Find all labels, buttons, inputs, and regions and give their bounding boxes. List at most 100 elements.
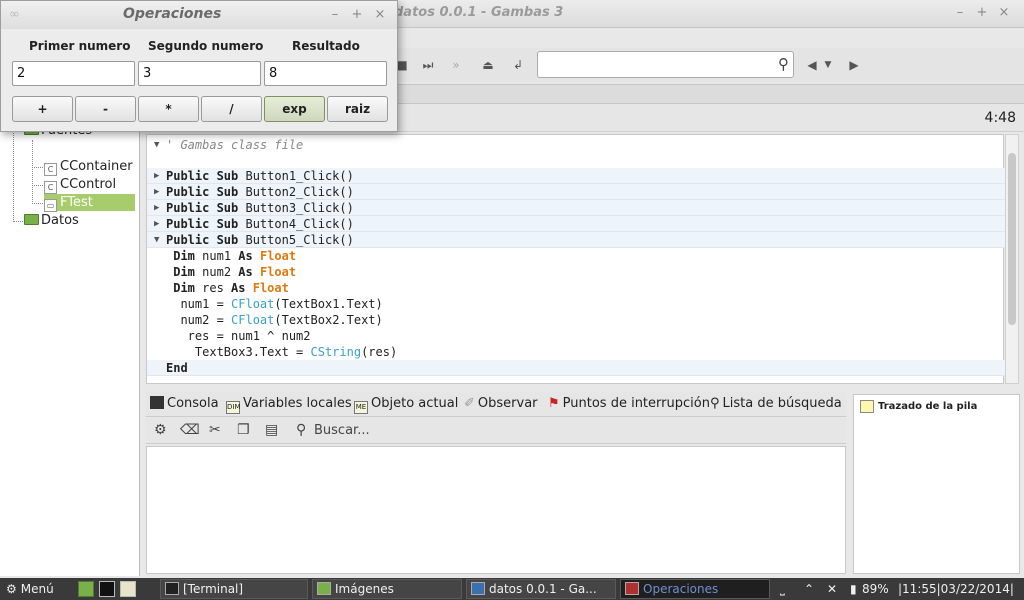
tab-label: Variables locales	[243, 396, 352, 411]
minimize-icon[interactable]: –	[951, 4, 969, 22]
app-icon	[625, 582, 639, 595]
tab-variables-locales[interactable]: DIM Variables locales	[226, 396, 352, 414]
eject-icon[interactable]: ⏏	[478, 56, 498, 74]
task-terminal[interactable]: [Terminal]	[160, 579, 308, 599]
paste-icon[interactable]: ▤	[265, 422, 278, 438]
search-icon[interactable]: ⚲	[778, 55, 789, 73]
terminal-launcher-icon[interactable]	[99, 581, 115, 597]
copy-icon[interactable]: ❐	[237, 422, 250, 438]
step-icon[interactable]: ⏭	[418, 56, 438, 74]
tab-objeto-actual[interactable]: ME Objeto actual	[354, 396, 458, 414]
subtract-button[interactable]: -	[75, 96, 136, 122]
search-console-button[interactable]: Buscar...	[314, 423, 370, 438]
code-line: Dim num2 As Float	[173, 265, 297, 279]
task-label: [Terminal]	[183, 582, 244, 596]
segundo-numero-input[interactable]: 3	[138, 61, 261, 86]
minimize-icon[interactable]: –	[326, 6, 344, 24]
start-menu-button[interactable]: ⚙ Menú	[6, 580, 54, 598]
task-imagenes[interactable]: Imágenes	[312, 579, 462, 599]
settings-icon[interactable]: ⚙	[154, 422, 167, 438]
project-tree: Fuentes CCContainer CCControl ▭FTest Dat…	[0, 104, 140, 576]
code-line: TextBox3.Text = CString(res)	[166, 345, 398, 359]
tab-lista-de-busqueda[interactable]: ⚲ Lista de búsqueda	[710, 396, 842, 414]
tree-item-ftest[interactable]: ▭ FTest	[44, 194, 135, 212]
tab-label: Lista de búsqueda	[722, 396, 842, 411]
cursor-position: 4:48	[984, 110, 1016, 126]
task-label: Imágenes	[335, 582, 394, 596]
dialog-title: Operaciones	[123, 6, 222, 22]
tab-consola[interactable]: Consola	[150, 396, 219, 414]
forward-icon[interactable]: »	[446, 56, 466, 74]
clear-icon[interactable]: ⌫	[180, 422, 200, 438]
dialog-titlebar[interactable]: ∞ Operaciones – + ×	[1, 1, 397, 29]
code-line: ▶ Public Sub Button4_Click()	[147, 216, 1005, 232]
scrollbar-thumb[interactable]	[1008, 153, 1016, 325]
folder-icon	[317, 582, 331, 595]
search-icon: ⚲	[710, 396, 720, 411]
cut-icon[interactable]: ✂	[209, 422, 221, 438]
tab-label: Puntos de interrupción	[562, 396, 710, 411]
file-manager-icon[interactable]	[78, 581, 94, 597]
code-line: ▶ Public Sub Button1_Click()	[147, 168, 1005, 184]
search-input[interactable]: ⚲	[537, 51, 794, 78]
close-icon[interactable]: ×	[371, 6, 389, 24]
divide-button[interactable]: /	[201, 96, 262, 122]
operaciones-dialog: ∞ Operaciones – + × Primer numero Segund…	[0, 0, 398, 132]
menu-label: Menú	[20, 582, 54, 596]
tab-observar[interactable]: ✐ Observar	[464, 396, 538, 414]
dropdown-icon[interactable]: ▼	[818, 56, 838, 74]
task-operaciones[interactable]: Operaciones	[620, 579, 770, 599]
code-line: End	[147, 360, 1005, 376]
bottom-tabs: Consola DIM Variables locales ME Objeto ac…	[146, 392, 846, 416]
add-button[interactable]: +	[12, 96, 73, 122]
search-icon[interactable]: ⚲	[296, 422, 306, 438]
minimize-all-icon[interactable]: ⎵	[780, 580, 785, 598]
multiply-button[interactable]: *	[138, 96, 199, 122]
code-line: ▶ Public Sub Button3_Click()	[147, 200, 1005, 216]
editor-scrollbar[interactable]	[1005, 134, 1019, 384]
clock[interactable]: |11:55|03/22/2014|	[898, 580, 1014, 598]
dim-icon: DIM	[226, 401, 241, 414]
exp-button[interactable]: exp	[264, 96, 325, 122]
code-line: ▼ ' Gambas class file	[154, 138, 304, 152]
gambas-icon	[471, 582, 485, 595]
raiz-button[interactable]: raiz	[327, 96, 388, 122]
gear-icon: ⚙	[6, 582, 17, 596]
class-icon: C	[44, 181, 57, 194]
me-icon: ME	[354, 401, 368, 414]
tray-up-icon[interactable]: ⌃	[804, 580, 814, 598]
maximize-icon[interactable]: +	[348, 6, 366, 24]
stack-trace-label: Trazado de la pila	[878, 401, 978, 412]
class-icon: C	[44, 163, 57, 176]
tree-label: CContainer	[60, 159, 133, 174]
task-gambas[interactable]: datos 0.0.1 - Ga...	[466, 579, 616, 599]
flag-icon: ⚑	[548, 396, 560, 411]
code-editor[interactable]: ▼ ' Gambas class file ▶ Public Sub Button1…	[146, 134, 1005, 384]
label-segundo-numero: Segundo numero	[148, 39, 264, 53]
form-icon: ▭	[44, 199, 57, 212]
task-label: Operaciones	[643, 582, 719, 596]
task-label: datos 0.0.1 - Ga...	[489, 582, 597, 596]
terminal-icon	[165, 582, 179, 595]
forward-arrow-icon[interactable]: ▶	[844, 56, 864, 74]
battery-level: 89%	[862, 582, 889, 596]
tab-label: Objeto actual	[371, 396, 459, 411]
return-icon[interactable]: ↲	[508, 56, 528, 74]
watch-icon: ✐	[464, 396, 475, 411]
close-icon[interactable]: ×	[995, 4, 1013, 22]
tree-label: Datos	[41, 213, 79, 228]
label-resultado: Resultado	[292, 39, 360, 53]
network-icon[interactable]: ✕	[827, 580, 837, 598]
console-toolbar: ⚙ ⌫ ✂ ❐ ▤ ⚲ Buscar...	[146, 416, 846, 444]
console-output[interactable]	[146, 446, 846, 574]
primer-numero-input[interactable]: 2	[12, 61, 135, 86]
tree-item-datos[interactable]: Datos	[24, 212, 79, 229]
maximize-icon[interactable]: +	[973, 4, 991, 22]
editor-launcher-icon[interactable]	[120, 581, 136, 597]
tab-puntos-de-interrupcion[interactable]: ⚑ Puntos de interrupción	[548, 396, 710, 414]
resultado-input[interactable]: 8	[264, 61, 387, 86]
tree-label: CControl	[60, 177, 117, 192]
tree-item-ccontrol[interactable]: C CControl	[44, 176, 117, 194]
code-line: num1 = CFloat(TextBox1.Text)	[166, 297, 383, 311]
tree-item-ccontainer[interactable]: C CContainer	[44, 158, 133, 176]
